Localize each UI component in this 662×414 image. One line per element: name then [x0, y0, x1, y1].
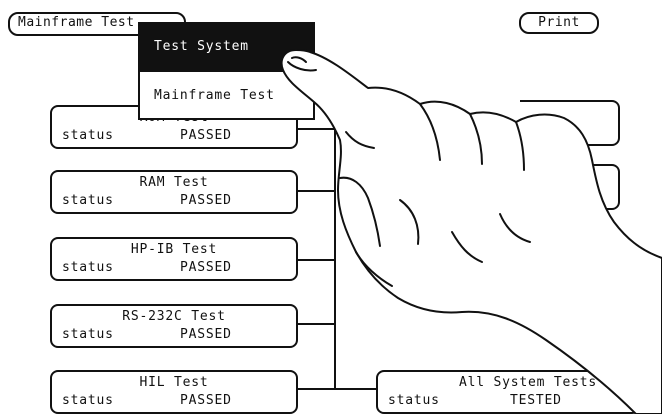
connector-line [298, 323, 336, 325]
test-name: HIL Test [139, 375, 209, 390]
test-box-all-system[interactable]: All System Tests status TESTED [376, 370, 640, 414]
hidden-test-box [560, 164, 620, 210]
status-value: PASSED [180, 128, 232, 143]
status-label: status [62, 193, 114, 208]
test-box-ram[interactable]: RAM Test status PASSED [50, 170, 298, 214]
status-value: PASSED [180, 193, 232, 208]
status-value: PASSED [180, 327, 232, 342]
print-button[interactable]: Print [519, 12, 599, 34]
test-name: HP-IB Test [130, 242, 218, 257]
test-box-hil[interactable]: HIL Test status PASSED [50, 370, 298, 414]
mainframe-test-field-label: Mainframe Test [18, 15, 135, 30]
connector-line [298, 128, 336, 130]
hidden-test-box [520, 100, 620, 146]
menu-item-label: Test System [154, 39, 249, 54]
menu-item-test-system[interactable]: Test System [140, 24, 313, 72]
connector-line [298, 190, 336, 192]
status-label: status [62, 128, 114, 143]
test-name: All System Tests [458, 375, 598, 390]
connector-line [298, 388, 376, 390]
status-label: status [62, 327, 114, 342]
popup-menu: Test System Mainframe Test [138, 22, 315, 120]
test-screen: Mainframe Test Print ROM Test status PAS… [0, 0, 662, 414]
menu-item-mainframe-test[interactable]: Mainframe Test [140, 72, 313, 118]
status-value: TESTED [510, 393, 562, 408]
test-name: RAM Test [139, 175, 209, 190]
connector-line [298, 259, 336, 261]
menu-item-label: Mainframe Test [154, 88, 275, 103]
test-box-rs232c[interactable]: RS-232C Test status PASSED [50, 304, 298, 348]
status-label: status [388, 393, 440, 408]
test-name: RS-232C Test [122, 309, 226, 324]
status-label: status [62, 260, 114, 275]
status-value: PASSED [180, 393, 232, 408]
print-button-label: Print [538, 15, 580, 30]
test-box-hpib[interactable]: HP-IB Test status PASSED [50, 237, 298, 281]
status-value: PASSED [180, 260, 232, 275]
status-label: status [62, 393, 114, 408]
hidden-test-box [370, 232, 430, 278]
